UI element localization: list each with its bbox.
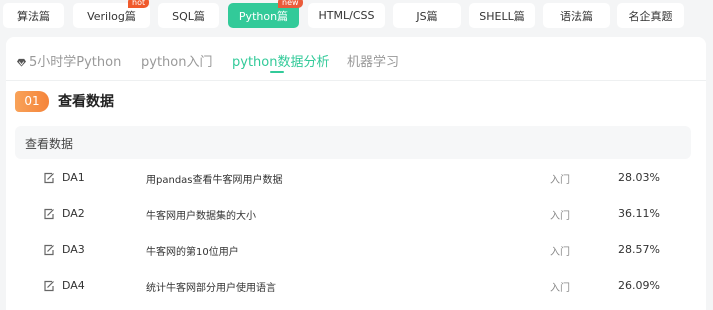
subtab-python-intro[interactable]: python入门 [141,51,212,70]
question-id: DA3 [62,243,85,256]
question-row[interactable]: DA2 牛客网用户数据集的大小 入门 36.11% [15,197,691,232]
tab-sql[interactable]: SQL篇 [158,3,219,28]
document-edit-icon [44,244,54,256]
difficulty-level: 入门 [550,283,570,294]
content-panel: 5小时学Python python入门 python数据分析 机器学习 01 查… [6,37,706,310]
tab-shell[interactable]: SHELL篇 [469,3,535,28]
tab-algorithm[interactable]: 算法篇 [3,3,64,28]
document-edit-icon [44,172,54,184]
question-id: DA2 [62,207,85,220]
subtab-machine-learning[interactable]: 机器学习 [347,51,399,70]
tab-html-css[interactable]: HTML/CSS [308,3,385,28]
tab-grammar[interactable]: 语法篇 [543,3,610,28]
pass-rate: 28.57% [618,243,660,256]
difficulty-level: 入门 [550,211,570,222]
question-title[interactable]: 用pandas查看牛客网用户数据 [146,171,283,186]
question-row[interactable]: DA4 统计牛客网部分用户使用语言 入门 26.09% [15,269,691,304]
active-tab-indicator [270,71,284,73]
document-edit-icon [44,280,54,292]
question-title[interactable]: 牛客网的第10位用户 [146,243,239,258]
new-badge: new [278,0,303,8]
tab-js[interactable]: JS篇 [393,3,461,28]
subtab-5h-python[interactable]: 5小时学Python [17,51,121,70]
pass-rate: 26.09% [618,279,660,292]
question-row[interactable]: DA1 用pandas查看牛客网用户数据 入门 28.03% [15,161,691,196]
question-row[interactable]: DA3 牛客网的第10位用户 入门 28.57% [15,233,691,268]
category-nav: 算法篇 Verilog篇 SQL篇 Python篇 HTML/CSS JS篇 S… [0,0,713,34]
diamond-icon [17,58,26,67]
hot-badge: hot [128,0,150,8]
pass-rate: 36.11% [618,207,660,220]
question-group-header[interactable]: 查看数据 [15,126,691,159]
tab-company-exams[interactable]: 名企真题 [617,3,684,28]
document-edit-icon [44,208,54,220]
difficulty-level: 入门 [550,175,570,186]
question-id: DA4 [62,279,85,292]
difficulty-level: 入门 [550,247,570,258]
section-title: 查看数据 [58,94,114,110]
subtab-python-data-analysis[interactable]: python数据分析 [232,51,329,73]
group-title: 查看数据 [25,137,74,151]
section-number-badge: 01 [15,91,49,112]
sub-tabs: 5小时学Python python入门 python数据分析 机器学习 [6,37,706,81]
question-title[interactable]: 统计牛客网部分用户使用语言 [146,279,276,294]
question-id: DA1 [62,171,85,184]
pass-rate: 28.03% [618,171,660,184]
question-title[interactable]: 牛客网用户数据集的大小 [146,207,256,222]
